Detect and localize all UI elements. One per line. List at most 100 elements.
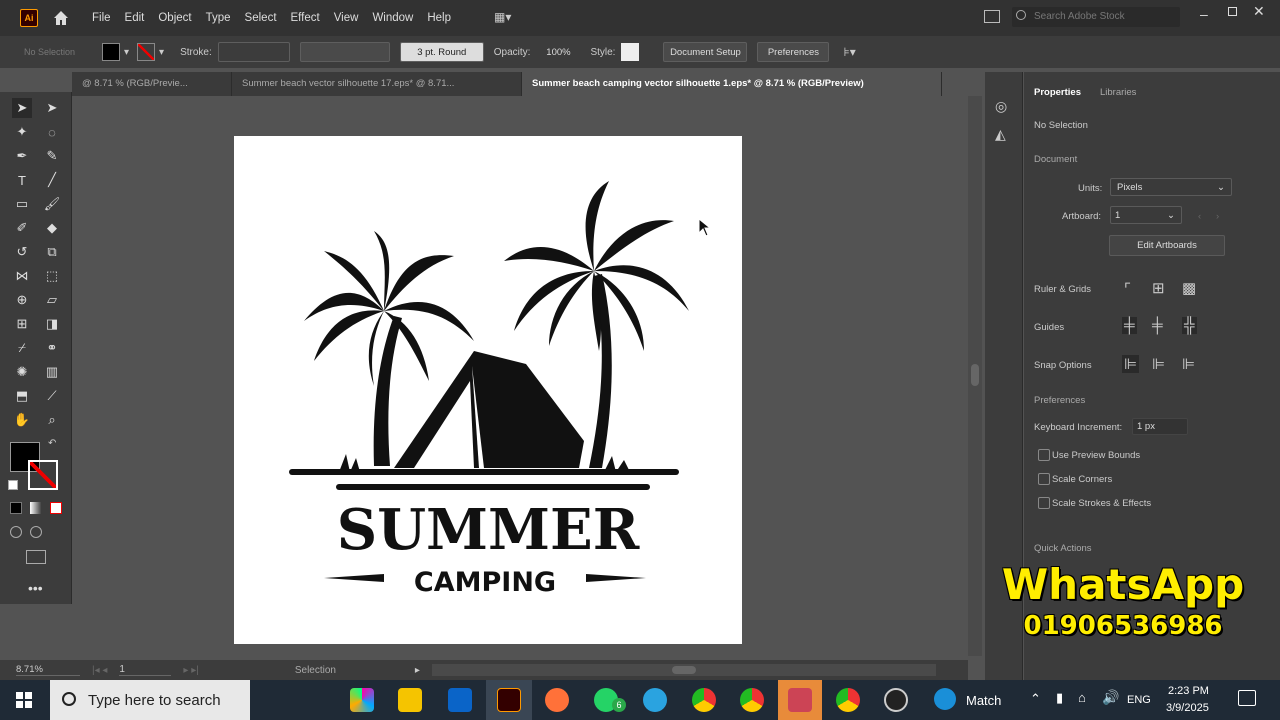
taskbar-search-box[interactable]: Type here to search	[50, 680, 250, 720]
show-hidden-icons[interactable]: ⌃	[1030, 691, 1041, 707]
tab-properties[interactable]: Properties	[1034, 87, 1081, 98]
stroke-weight-field[interactable]	[217, 42, 290, 62]
free-transform-tool-icon[interactable]: ⬚	[42, 266, 62, 286]
status-menu-icon[interactable]: ▸	[415, 665, 420, 676]
curvature-tool-icon[interactable]: ✎	[42, 146, 62, 166]
firefox-icon[interactable]	[545, 688, 569, 712]
gradient-tool-icon[interactable]: ◨	[42, 314, 62, 334]
tab-libraries[interactable]: Libraries	[1100, 87, 1136, 98]
eraser-tool-icon[interactable]: ◆	[42, 218, 62, 238]
pen-tool-icon[interactable]: ✒	[12, 146, 32, 166]
menu-type[interactable]: Type	[206, 12, 231, 24]
rectangle-tool-icon[interactable]: ▭	[12, 194, 32, 214]
stroke-swatch[interactable]	[137, 43, 156, 61]
telegram-icon[interactable]	[643, 688, 667, 712]
first-artboard-icon[interactable]: |◂ ◂	[92, 665, 107, 676]
menu-object[interactable]: Object	[158, 12, 191, 24]
illustrator-icon[interactable]	[497, 688, 521, 712]
horizontal-scrollbar[interactable]	[431, 664, 936, 676]
chrome-icon[interactable]	[692, 688, 716, 712]
document-setup-button[interactable]: Document Setup	[663, 42, 748, 62]
menu-select[interactable]: Select	[245, 12, 277, 24]
direct-selection-tool-icon[interactable]: ➤	[42, 98, 62, 118]
edit-artboards-button[interactable]: Edit Artboards	[1109, 235, 1225, 256]
fill-dropdown-icon[interactable]: ▾	[124, 47, 129, 58]
next-artboard-icon[interactable]: ▸ ▸|	[183, 665, 198, 676]
opacity-field[interactable]: 100%	[536, 42, 581, 62]
chrome-profile-icon[interactable]	[740, 688, 764, 712]
menu-file[interactable]: File	[92, 12, 111, 24]
default-colors-icon[interactable]	[8, 480, 18, 490]
shape-builder-tool-icon[interactable]: ⊕	[12, 290, 32, 310]
style-swatch[interactable]	[621, 43, 640, 61]
artboard-next-icon[interactable]: ›	[1216, 211, 1219, 222]
windows-start-icon[interactable]	[16, 692, 32, 708]
fill-swatch[interactable]	[102, 43, 120, 61]
artboard-prev-icon[interactable]: ‹	[1198, 211, 1201, 222]
scale-tool-icon[interactable]: ⧉	[42, 242, 62, 262]
weather-icon[interactable]	[934, 688, 956, 710]
column-graph-tool-icon[interactable]: ▥	[42, 362, 62, 382]
rotate-tool-icon[interactable]: ↺	[12, 242, 32, 262]
clock-date[interactable]: 3/9/2025	[1166, 702, 1209, 714]
rulers-icon[interactable]: ⌜	[1124, 280, 1131, 298]
artboard-number-field[interactable]: 1	[119, 664, 172, 676]
copilot-icon[interactable]	[350, 688, 374, 712]
stroke-dropdown-icon[interactable]: ▾	[159, 47, 164, 58]
menu-view[interactable]: View	[334, 12, 359, 24]
menu-edit[interactable]: Edit	[125, 12, 145, 24]
search-stock-input[interactable]: Search Adobe Stock	[1012, 7, 1180, 27]
snap-to-pixel-icon[interactable]: ⊫	[1152, 355, 1165, 373]
type-tool-icon[interactable]: T	[12, 170, 32, 190]
appearance-panel-icon[interactable]: ◎	[995, 98, 1007, 115]
layers-panel-icon[interactable]: ◭	[995, 126, 1006, 143]
menu-effect[interactable]: Effect	[291, 12, 320, 24]
shaper-tool-icon[interactable]: ✐	[12, 218, 32, 238]
menu-help[interactable]: Help	[427, 12, 451, 24]
file-explorer-icon[interactable]	[398, 688, 422, 712]
screen-mode-icon[interactable]	[26, 550, 46, 564]
weather-label[interactable]: Match	[966, 693, 1001, 708]
hand-tool-icon[interactable]: ✋	[12, 410, 32, 430]
snap-to-point-icon[interactable]: ⊫	[1122, 355, 1140, 373]
grid-icon[interactable]: ⊞	[1152, 279, 1165, 297]
width-tool-icon[interactable]: ⋈	[12, 266, 32, 286]
outlook-icon[interactable]	[448, 688, 472, 712]
blend-tool-icon[interactable]: ⚭	[42, 338, 62, 358]
tab-document-1[interactable]: @ 8.71 % (RGB/Previe...	[72, 72, 232, 96]
clock-time[interactable]: 2:23 PM	[1168, 685, 1209, 697]
scroll-thumb[interactable]	[971, 364, 979, 386]
vertical-scrollbar[interactable]	[968, 96, 982, 656]
edit-toolbar-icon[interactable]: •••	[28, 580, 43, 596]
artboard[interactable]: SUMMER CAMPING	[234, 136, 742, 644]
scale-corners-checkbox[interactable]	[1038, 473, 1050, 485]
color-mode-color-icon[interactable]	[10, 502, 22, 514]
selection-tool-icon[interactable]: ➤	[12, 98, 32, 118]
eyedropper-tool-icon[interactable]: ⌿	[12, 338, 32, 358]
lock-guides-icon[interactable]: ╪	[1152, 317, 1163, 334]
preferences-button[interactable]: Preferences	[757, 42, 830, 62]
swap-colors-icon[interactable]: ↶	[48, 438, 56, 449]
artboard-select[interactable]: 1 ⌄	[1110, 206, 1182, 224]
home-icon[interactable]	[52, 9, 70, 27]
arrange-documents-icon[interactable]	[984, 10, 1000, 23]
symbol-sprayer-tool-icon[interactable]: ✺	[12, 362, 32, 382]
scale-strokes-checkbox[interactable]	[1038, 497, 1050, 509]
slice-tool-icon[interactable]: ⟋	[42, 386, 62, 406]
brush-definition-select[interactable]: 3 pt. Round	[399, 42, 484, 62]
scroll-thumb[interactable]	[671, 666, 696, 674]
chrome-alt-icon[interactable]	[836, 688, 860, 712]
menu-window[interactable]: Window	[372, 12, 413, 24]
color-mode-none-icon[interactable]	[50, 502, 62, 514]
snap-to-glyph-icon[interactable]: ⊫	[1182, 355, 1195, 373]
align-icon[interactable]: ⊧▾	[843, 45, 855, 59]
draw-mode-icon[interactable]	[10, 526, 22, 538]
perspective-grid-tool-icon[interactable]: ▱	[42, 290, 62, 310]
screen-recorder-icon[interactable]	[884, 688, 908, 712]
workspace-switcher-icon[interactable]: ▦▾	[494, 10, 516, 24]
use-preview-bounds-checkbox[interactable]	[1038, 449, 1050, 461]
usb-icon[interactable]: ▮	[1056, 690, 1063, 706]
volume-icon[interactable]: 🔊	[1102, 689, 1119, 706]
variable-width-profile[interactable]	[299, 42, 390, 62]
maximize-icon[interactable]	[1228, 7, 1237, 16]
